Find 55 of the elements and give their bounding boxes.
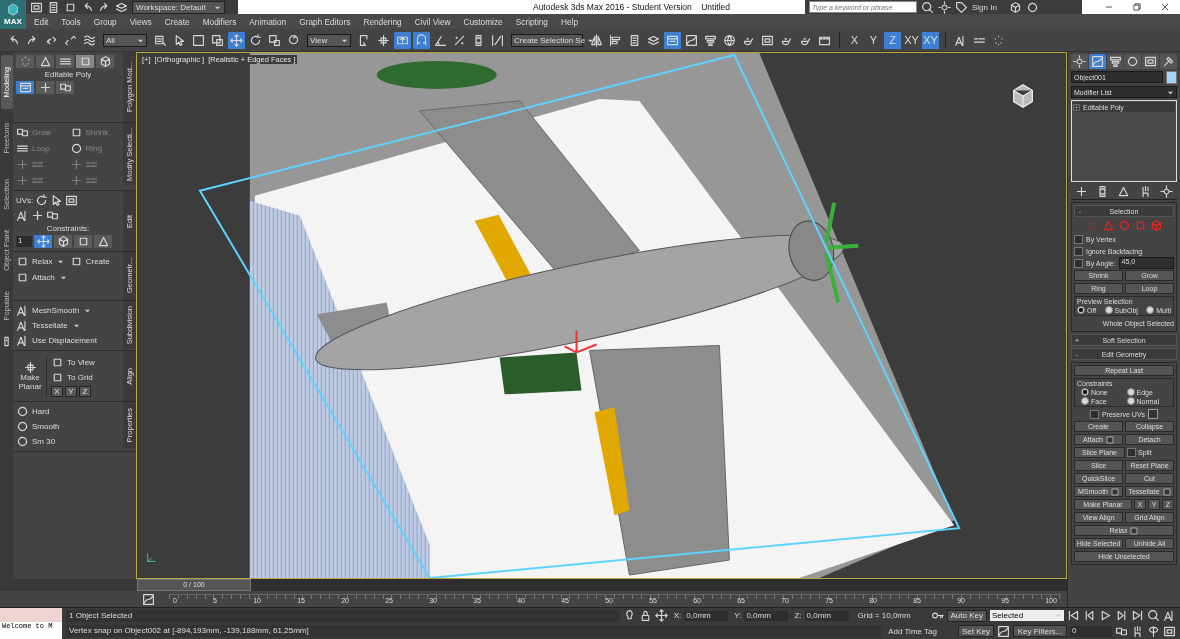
coordinate-label: Y:: [734, 611, 742, 621]
key-set-dropdown[interactable]: Selected: [990, 610, 1064, 622]
make-planar-button[interactable]: Make Planar: [16, 360, 44, 392]
align-button[interactable]: To View: [51, 355, 95, 369]
menu-item[interactable]: Scripting: [515, 16, 548, 27]
axis-constraint-button[interactable]: X: [846, 31, 863, 49]
coordinate-label: Z:: [794, 611, 802, 621]
menu-item[interactable]: Civil View: [414, 16, 451, 27]
subdivision-button[interactable]: Use Displacement: [16, 334, 120, 347]
menu-item[interactable]: Customize: [463, 16, 503, 27]
coordinate-field[interactable]: 0,0mm: [804, 610, 849, 621]
geometry-button[interactable]: Relax: [16, 255, 67, 268]
smoothing-button[interactable]: Hard: [16, 405, 120, 418]
menu-item[interactable]: Help: [561, 16, 579, 27]
set-key-button[interactable]: Set Key: [958, 625, 994, 638]
coordinate-field[interactable]: 0,0mm: [684, 610, 729, 621]
menu-item[interactable]: Tools: [61, 16, 81, 27]
menu-item[interactable]: Rendering: [363, 16, 402, 27]
reference-coordinate-dropdown[interactable]: View: [307, 33, 351, 47]
axis-button[interactable]: Y: [65, 385, 77, 397]
align-button[interactable]: To Grid: [51, 370, 95, 384]
grid-size: Grid = 10,0mm: [856, 611, 912, 621]
coordinate-field[interactable]: 0,0mm: [744, 610, 789, 621]
menu-item[interactable]: Animation: [249, 16, 287, 27]
selection-info: 1 Object Selected: [66, 609, 620, 622]
selection-filter-dropdown[interactable]: All: [103, 33, 147, 47]
smoothing-button[interactable]: Smooth: [16, 420, 120, 433]
workspace-dropdown[interactable]: Workspace: Default: [132, 0, 225, 14]
axis-button[interactable]: Z: [79, 385, 91, 397]
panel-label: Editable Poly: [43, 70, 93, 79]
auto-key-button[interactable]: Auto Key: [946, 609, 987, 622]
axis-button[interactable]: X: [51, 385, 63, 397]
geometry-button[interactable]: Attach: [16, 271, 67, 284]
subdivision-button[interactable]: Tessellate: [16, 319, 120, 332]
menu-item[interactable]: Create: [164, 16, 190, 27]
smoothing-button[interactable]: Sm 30: [16, 435, 120, 448]
subdivision-button[interactable]: MeshSmooth: [16, 304, 120, 317]
uvs-label: UVs:: [16, 196, 34, 205]
menu-item[interactable]: Modifiers: [202, 16, 237, 27]
current-frame-field[interactable]: 0: [1070, 625, 1112, 637]
add-time-tag-button[interactable]: Add Time Tag: [884, 626, 955, 636]
window-title: Autodesk 3ds Max 2016 - Student Version Untitled: [531, 1, 731, 14]
axis-constraint-button[interactable]: Y: [865, 31, 882, 49]
menu-item[interactable]: Graph Editors: [299, 16, 351, 27]
application-menu-button[interactable]: MAX: [0, 0, 26, 29]
axis-constraint-button[interactable]: XY: [903, 31, 920, 49]
menu-item[interactable]: Edit: [34, 16, 49, 27]
menu-item[interactable]: Views: [129, 16, 152, 27]
spinner-field[interactable]: 1: [16, 236, 32, 247]
geometry-button[interactable]: Create: [69, 255, 120, 268]
key-filters-button[interactable]: Key Filters...: [1013, 625, 1067, 638]
constraints-label: Constraints:: [45, 224, 91, 233]
coordinate-label: X:: [673, 611, 682, 621]
menu-item[interactable]: Group: [93, 16, 117, 27]
sign-in-button[interactable]: Sign In: [972, 2, 997, 12]
